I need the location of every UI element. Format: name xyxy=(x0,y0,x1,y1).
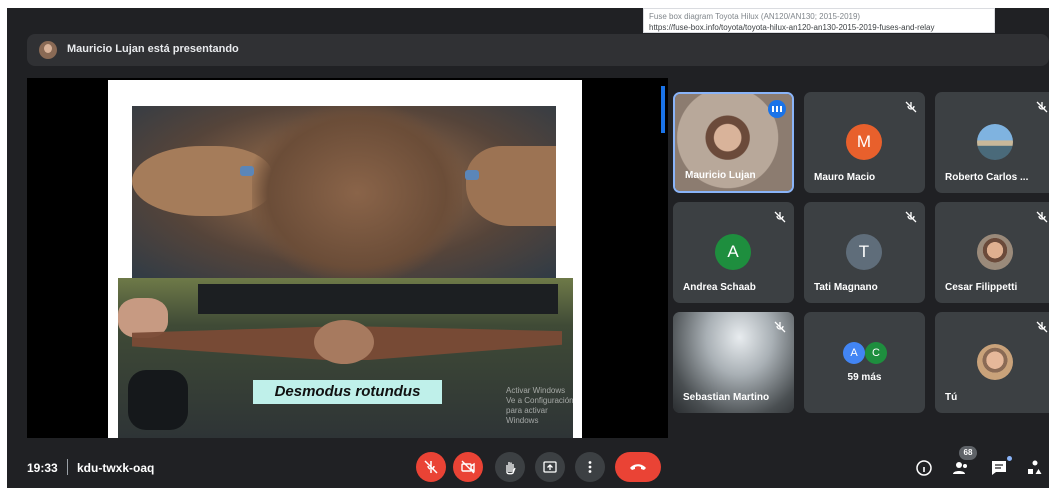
raise-hand-button[interactable] xyxy=(495,452,525,482)
presenter-avatar xyxy=(39,41,57,59)
species-caption: Desmodus rotundus xyxy=(253,380,442,404)
camera-toggle-button[interactable] xyxy=(453,452,483,482)
speaking-indicator-icon xyxy=(768,100,786,118)
more-participants-tile[interactable]: A C 59 más xyxy=(804,312,925,413)
tooltip-title: Fuse box diagram Toyota Hilux (AN120/AN1… xyxy=(649,12,861,21)
meeting-details-button[interactable] xyxy=(915,459,933,477)
presenting-label: Mauricio Lujan está presentando xyxy=(67,43,239,55)
more-participants-label: 59 más xyxy=(847,372,882,383)
camera-off-icon xyxy=(461,460,475,474)
mic-off-icon xyxy=(1036,320,1048,333)
participant-avatar: A xyxy=(715,234,751,270)
people-icon xyxy=(953,462,967,474)
photo-bat-body xyxy=(314,320,374,364)
watermark-line1: Activar Windows xyxy=(506,386,566,395)
participant-photo xyxy=(977,124,1013,160)
watermark-line2: Ve a Configuración para activar Windows xyxy=(506,396,574,425)
windows-watermark: Activar Windows Ve a Configuración para … xyxy=(506,386,582,426)
participant-tile-andrea[interactable]: A Andrea Schaab xyxy=(673,202,794,303)
people-button[interactable] xyxy=(952,459,970,477)
participant-avatar: T xyxy=(846,234,882,270)
participant-photo xyxy=(977,344,1013,380)
participant-name: Andrea Schaab xyxy=(683,282,756,293)
meet-window: Fuse box diagram Toyota Hilux (AN120/AN1… xyxy=(7,8,1049,488)
participant-count-badge: 68 xyxy=(959,446,977,460)
photo-tag-left xyxy=(240,166,254,176)
divider xyxy=(67,459,68,475)
slide-accent-bar xyxy=(661,86,665,133)
info-icon xyxy=(916,460,932,476)
mic-off-icon xyxy=(905,210,917,223)
participant-name: Mauro Macio xyxy=(814,172,876,183)
photo-wing-right xyxy=(466,146,556,226)
participant-name: Mauricio Lujan xyxy=(685,170,756,181)
photo-redaction xyxy=(198,284,558,314)
participant-tile-mauro[interactable]: M Mauro Macio xyxy=(804,92,925,193)
control-bar: 19:33 kdu-twxk-oaq 68 xyxy=(7,446,1049,488)
presentation-banner: Mauricio Lujan está presentando xyxy=(27,34,1049,66)
mic-off-icon xyxy=(905,100,917,113)
participant-tile-cesar[interactable]: Cesar Filippetti xyxy=(935,202,1049,303)
more-avatar-c: C xyxy=(865,342,887,364)
more-options-icon xyxy=(588,461,592,473)
photo-glove xyxy=(128,370,188,430)
participant-name: Roberto Carlos ... xyxy=(945,172,1029,183)
meeting-code: kdu-twxk-oaq xyxy=(77,461,155,475)
mic-off-icon xyxy=(774,320,786,333)
raise-hand-icon xyxy=(506,462,516,475)
participant-avatar: M xyxy=(846,124,882,160)
participant-tile-mauricio[interactable]: Mauricio Lujan xyxy=(673,92,794,193)
participant-tile-roberto[interactable]: Roberto Carlos ... xyxy=(935,92,1049,193)
link-tooltip: Fuse box diagram Toyota Hilux (AN120/AN1… xyxy=(643,8,995,33)
tooltip-url: https://fuse-box.info/toyota/toyota-hilu… xyxy=(649,23,935,32)
participant-tile-tati[interactable]: T Tati Magnano xyxy=(804,202,925,303)
participant-name: Sebastian Martino xyxy=(683,392,770,403)
participant-name: Tú xyxy=(945,392,958,403)
shared-slide: Desmodus rotundus Activar Windows Ve a C… xyxy=(108,80,665,438)
chat-button[interactable] xyxy=(990,459,1008,477)
participant-name: Cesar Filippetti xyxy=(945,282,1018,293)
participant-tile-sebastian[interactable]: Sebastian Martino xyxy=(673,312,794,413)
mic-off-icon xyxy=(774,210,786,223)
more-avatar-a: A xyxy=(843,342,865,364)
photo-fur xyxy=(252,106,462,280)
present-now-button[interactable] xyxy=(535,452,565,482)
photo-tag-right xyxy=(465,170,479,180)
activities-icon xyxy=(1028,460,1042,474)
more-options-button[interactable] xyxy=(575,452,605,482)
photo-wing-left xyxy=(132,146,272,216)
participant-name: Tati Magnano xyxy=(814,282,878,293)
presentation-stage: Desmodus rotundus Activar Windows Ve a C… xyxy=(27,78,668,438)
activities-button[interactable] xyxy=(1026,459,1044,477)
end-call-icon xyxy=(630,464,646,470)
present-icon xyxy=(543,461,557,473)
participant-tile-self[interactable]: Tú xyxy=(935,312,1049,413)
mic-off-icon xyxy=(424,460,438,474)
mic-toggle-button[interactable] xyxy=(416,452,446,482)
bat-spread-photo xyxy=(118,278,573,438)
participant-photo xyxy=(977,234,1013,270)
clock: 19:33 xyxy=(27,461,58,475)
mic-off-icon xyxy=(1036,210,1048,223)
bat-closeup-photo xyxy=(132,106,556,280)
chat-icon xyxy=(992,461,1006,475)
mic-off-icon xyxy=(1036,100,1048,113)
chat-notification-dot xyxy=(1007,456,1012,461)
leave-call-button[interactable] xyxy=(615,452,661,482)
